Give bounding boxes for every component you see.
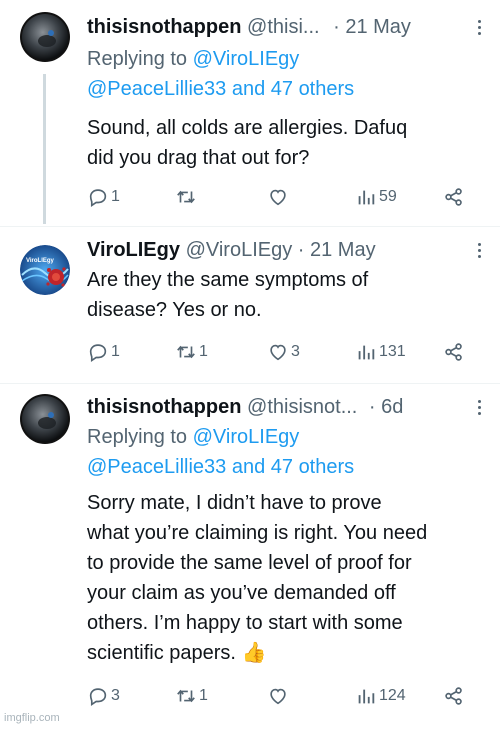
avatar[interactable]	[20, 12, 70, 62]
like-button[interactable]	[267, 682, 291, 710]
retweet-icon	[177, 689, 195, 703]
retweet-icon	[177, 190, 195, 204]
reply-others-link[interactable]: @PeaceLillie33 and 47 others	[87, 78, 354, 100]
watermark: imgflip.com	[4, 712, 60, 724]
timestamp[interactable]: · 21 May	[298, 239, 376, 261]
reply-count: 1	[111, 188, 120, 205]
replying-to: Replying to @ViroLIEgy	[87, 44, 486, 74]
user-handle[interactable]: @thisisnot...	[247, 396, 357, 418]
tweet-text-line: what you’re claiming is right. You need	[87, 522, 428, 544]
reply-count: 3	[111, 687, 120, 704]
heart-icon	[270, 688, 286, 705]
reply-button[interactable]: 1	[87, 338, 120, 366]
tweet-actions: 1 59	[87, 183, 477, 211]
reply-mention[interactable]: @ViroLIEgy	[193, 426, 300, 448]
tweet-2[interactable]: ViroLIEgy ViroLIEgy @ViroLIEgy · 21 May …	[0, 227, 500, 383]
share-button[interactable]	[443, 338, 465, 366]
reply-icon	[89, 189, 107, 207]
avatar-logo-text: ViroLIEgy	[26, 258, 54, 264]
retweet-count: 1	[199, 687, 208, 704]
views-count: 124	[379, 687, 406, 704]
tweet-text-line: did you drag that out for?	[87, 147, 310, 169]
reply-count: 1	[111, 343, 120, 360]
timestamp[interactable]: · 6d	[369, 396, 403, 418]
retweet-icon	[177, 345, 195, 359]
reply-button[interactable]: 3	[87, 682, 120, 710]
reply-button[interactable]: 1	[87, 183, 120, 211]
like-button[interactable]: 3	[267, 338, 300, 366]
share-icon	[445, 687, 462, 705]
views-button[interactable]: 59	[355, 183, 397, 211]
tweet-text-line: Sound, all colds are allergies. Dafuq	[87, 117, 408, 139]
tweet-text-line: others. I’m happy to start with some	[87, 612, 403, 634]
tweet-3[interactable]: thisisnothappen @thisisnot... · 6d Reply…	[0, 384, 500, 730]
more-icon[interactable]	[472, 12, 486, 42]
retweet-button[interactable]	[175, 183, 199, 211]
tweet-text-line: your claim as you’ve demanded off	[87, 582, 396, 604]
avatar[interactable]: ViroLIEgy	[20, 245, 70, 295]
like-button[interactable]	[267, 183, 291, 211]
tweet-text-line: disease? Yes or no.	[87, 299, 262, 321]
display-name[interactable]: thisisnothappen	[87, 396, 241, 418]
more-icon[interactable]	[472, 235, 486, 265]
tweet-text-line: to provide the same level of proof for	[87, 552, 412, 574]
like-count: 3	[291, 343, 300, 360]
views-icon	[358, 345, 375, 360]
reply-mention[interactable]: @ViroLIEgy	[193, 48, 300, 70]
display-name[interactable]: ViroLIEgy	[87, 239, 180, 261]
tweet-actions: 3 1 124	[87, 682, 477, 710]
views-count: 131	[379, 343, 406, 360]
replying-label: Replying to	[87, 426, 193, 448]
tweet-1[interactable]: thisisnothappen @thisi... · 21 May Reply…	[0, 0, 500, 228]
reply-icon	[89, 688, 107, 706]
tweet-text-line: scientific papers. 👍	[87, 642, 267, 664]
heart-icon	[270, 344, 286, 361]
display-name[interactable]: thisisnothappen	[87, 16, 241, 38]
views-count: 59	[379, 188, 397, 205]
reply-others-link[interactable]: @PeaceLillie33 and 47 others	[87, 456, 354, 478]
avatar[interactable]	[20, 394, 70, 444]
timestamp[interactable]: · 21 May	[333, 16, 411, 38]
reply-icon	[89, 344, 107, 362]
views-button[interactable]: 131	[355, 338, 406, 366]
replying-to: Replying to @ViroLIEgy	[87, 422, 486, 452]
tweet-text: Are they the same symptoms of disease? Y…	[87, 265, 486, 325]
more-icon[interactable]	[472, 392, 486, 422]
user-handle[interactable]: @ViroLIEgy	[186, 239, 293, 261]
views-icon	[358, 689, 375, 704]
tweet-text-line: Are they the same symptoms of	[87, 269, 369, 291]
share-button[interactable]	[443, 682, 465, 710]
retweet-count: 1	[199, 343, 208, 360]
retweet-button[interactable]: 1	[175, 338, 208, 366]
share-icon	[445, 188, 462, 206]
user-handle[interactable]: @thisi...	[247, 16, 320, 38]
views-button[interactable]: 124	[355, 682, 406, 710]
retweet-button[interactable]: 1	[175, 682, 208, 710]
tweet-actions: 1 1 3 131	[87, 338, 477, 366]
heart-icon	[270, 189, 286, 206]
tweet-text: Sound, all colds are allergies. Dafuq di…	[87, 113, 486, 173]
tweet-text: Sorry mate, I didn’t have to prove what …	[87, 488, 486, 668]
replying-label: Replying to	[87, 48, 193, 70]
tweet-text-line: Sorry mate, I didn’t have to prove	[87, 492, 382, 514]
views-icon	[358, 190, 375, 205]
share-button[interactable]	[443, 183, 465, 211]
share-icon	[445, 343, 462, 361]
